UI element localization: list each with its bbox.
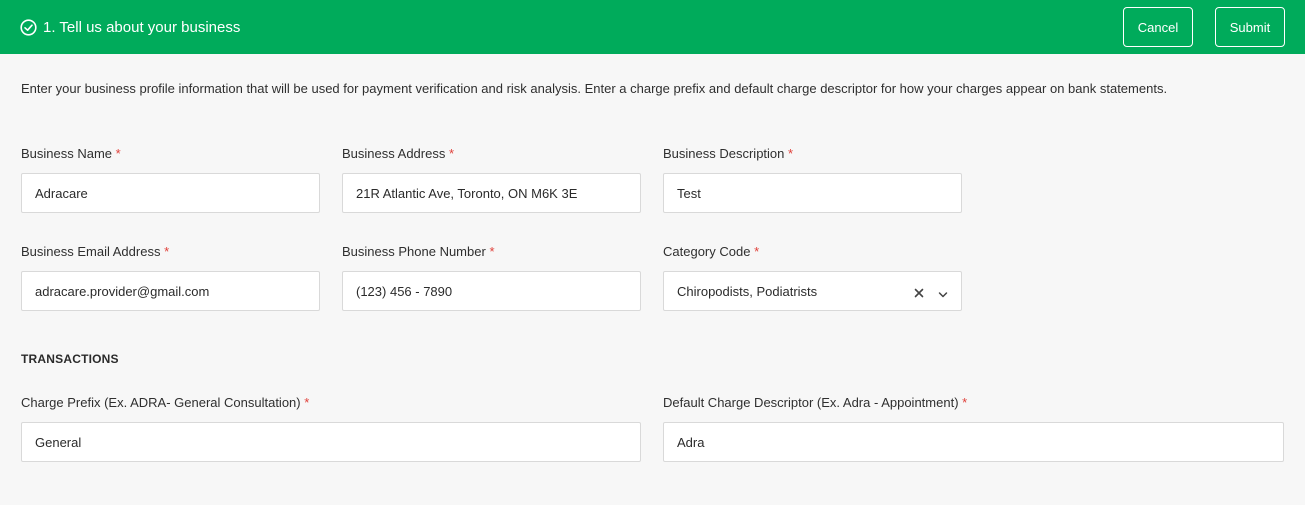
step-title-text: 1. Tell us about your business <box>43 18 241 36</box>
required-marker: * <box>164 244 170 259</box>
chevron-down-icon[interactable] <box>938 287 948 298</box>
required-marker: * <box>304 395 310 410</box>
charge-prefix-label: Charge Prefix (Ex. ADRA- General Consult… <box>21 395 310 410</box>
step-title: 1. Tell us about your business <box>20 16 240 38</box>
business-phone-input[interactable] <box>342 271 641 311</box>
business-email-input[interactable] <box>21 271 320 311</box>
business-phone-label: Business Phone Number * <box>342 244 495 259</box>
step-header: 1. Tell us about your business Cancel Su… <box>0 0 1305 54</box>
business-name-label: Business Name * <box>21 146 121 161</box>
charge-descriptor-input[interactable] <box>663 422 1284 462</box>
category-code-value: Chiropodists, Podiatrists <box>677 283 818 299</box>
required-marker: * <box>754 244 760 259</box>
business-address-label: Business Address * <box>342 146 455 161</box>
cancel-button[interactable]: Cancel <box>1123 7 1193 47</box>
business-description-input[interactable] <box>663 173 962 213</box>
business-description-label: Business Description * <box>663 146 794 161</box>
transactions-heading: TRANSACTIONS <box>21 352 119 366</box>
charge-prefix-input[interactable] <box>21 422 641 462</box>
required-marker: * <box>115 146 121 161</box>
category-code-select[interactable]: Chiropodists, Podiatrists <box>663 271 962 311</box>
required-marker: * <box>489 244 495 259</box>
required-marker: * <box>962 395 968 410</box>
required-marker: * <box>788 146 794 161</box>
submit-button[interactable]: Submit <box>1215 7 1285 47</box>
business-address-input[interactable] <box>342 173 641 213</box>
business-name-input[interactable] <box>21 173 320 213</box>
category-code-label: Category Code * <box>663 244 760 259</box>
clear-icon[interactable] <box>914 286 924 298</box>
charge-descriptor-label: Default Charge Descriptor (Ex. Adra - Ap… <box>663 395 968 410</box>
check-circle-icon <box>20 18 37 36</box>
intro-text: Enter your business profile information … <box>21 81 1168 96</box>
business-email-label: Business Email Address * <box>21 244 170 259</box>
required-marker: * <box>448 146 455 161</box>
